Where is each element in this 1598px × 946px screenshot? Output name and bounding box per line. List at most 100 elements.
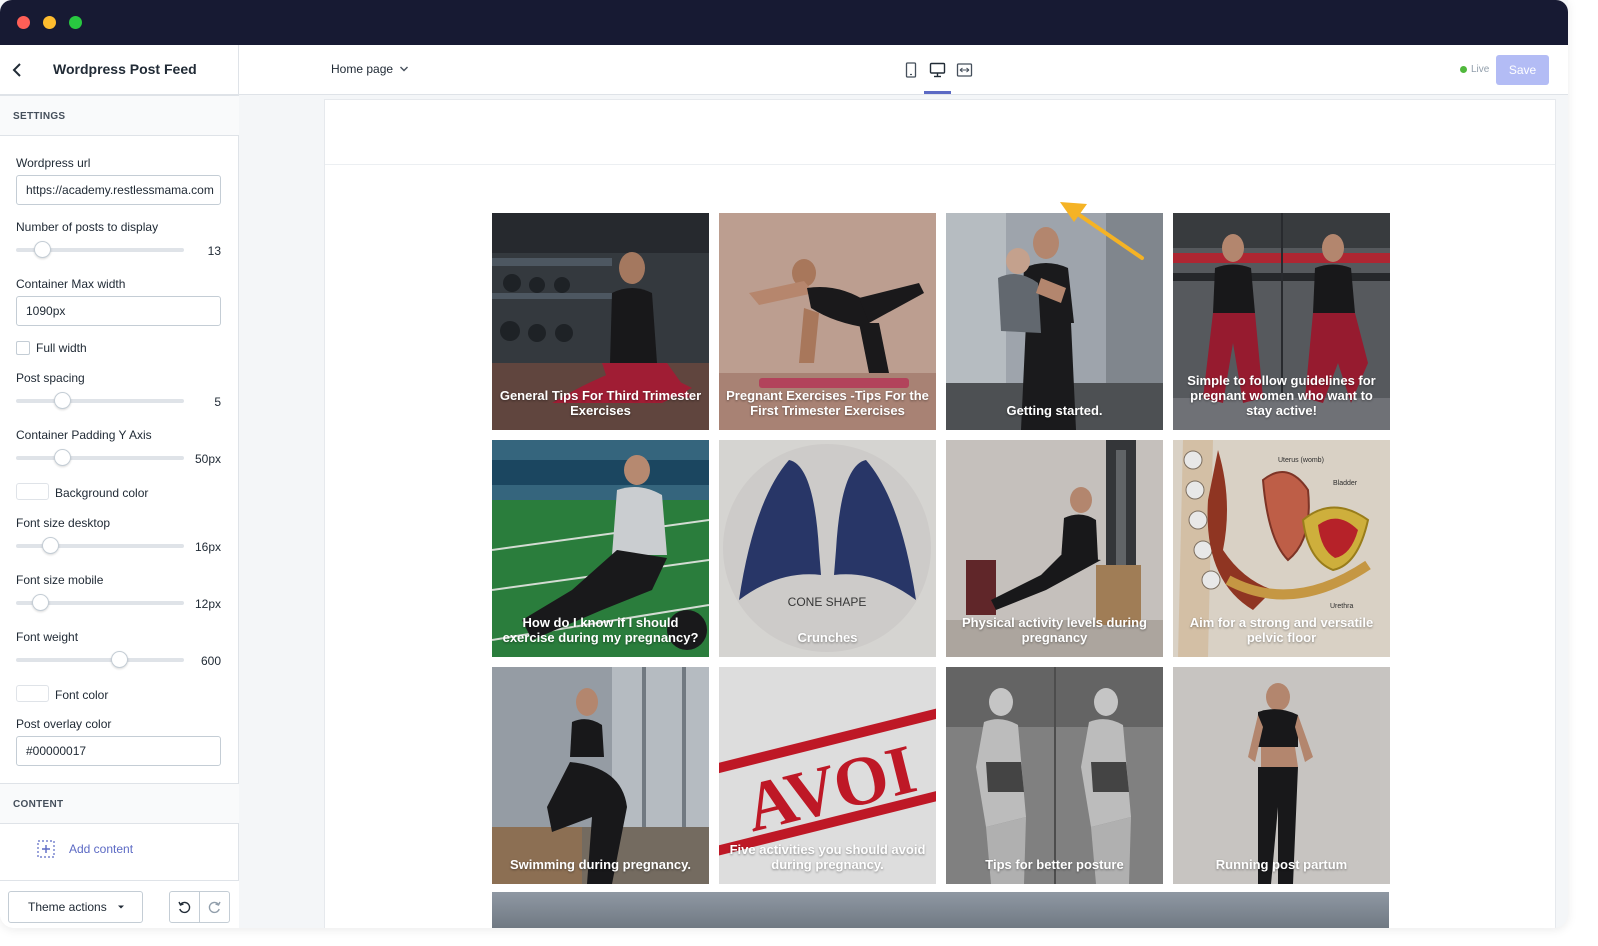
desktop-view-icon[interactable] <box>929 61 946 78</box>
post-overlay <box>1173 667 1390 884</box>
settings-sidebar: SETTINGS Wordpress url Number of posts t… <box>0 95 239 928</box>
redo-icon <box>208 901 221 913</box>
font-color-swatch[interactable] <box>16 685 49 702</box>
post-title: Pregnant Exercises -Tips For the First T… <box>726 388 929 418</box>
post-card[interactable]: How do I know if I should exercise durin… <box>492 440 709 657</box>
preview-canvas: General Tips For Third Trimester Exercis… <box>325 100 1555 928</box>
font-size-desktop-label: Font size desktop <box>16 516 111 530</box>
undo-button[interactable] <box>170 892 199 922</box>
post-card[interactable]: Pregnant Exercises -Tips For the First T… <box>719 213 936 430</box>
theme-actions-label: Theme actions <box>28 900 107 914</box>
redo-button[interactable] <box>199 892 229 922</box>
mobile-view-icon[interactable] <box>902 61 919 78</box>
caret-down-icon <box>117 905 124 909</box>
post-overlay-color-label: Post overlay color <box>16 717 112 731</box>
active-device-indicator <box>924 91 951 94</box>
undo-redo-group <box>169 891 230 923</box>
container-padding-y-label: Container Padding Y Axis <box>16 428 152 442</box>
font-weight-slider[interactable] <box>16 651 184 668</box>
post-card[interactable]: Physical activity levels during pregnanc… <box>946 440 1163 657</box>
post-title: How do I know if I should exercise durin… <box>502 615 699 645</box>
save-button[interactable]: Save <box>1496 55 1549 85</box>
num-posts-slider-handle[interactable] <box>34 241 51 258</box>
post-card[interactable]: Running post partum <box>1173 667 1390 884</box>
post-card[interactable]: Tips for better posture <box>946 667 1163 884</box>
app-window: Wordpress Post Feed Home page Live Save … <box>0 0 1568 928</box>
background-color-label: Background color <box>55 486 149 500</box>
font-size-mobile-value: 12px <box>194 597 221 611</box>
post-card[interactable]: AVOI Five activities you should avoid du… <box>719 667 936 884</box>
live-status: Live <box>1460 64 1489 75</box>
theme-actions-button[interactable]: Theme actions <box>8 891 143 923</box>
full-width-checkbox[interactable] <box>16 341 30 355</box>
wordpress-url-label: Wordpress url <box>16 156 91 170</box>
post-spacing-value: 5 <box>214 395 221 409</box>
preview-page-header <box>325 100 1555 165</box>
post-card[interactable]: General Tips For Third Trimester Exercis… <box>492 213 709 430</box>
container-padding-y-slider[interactable] <box>16 449 184 466</box>
maximize-window-button[interactable] <box>69 16 82 29</box>
settings-section-header: SETTINGS <box>0 95 239 136</box>
font-size-mobile-slider-handle[interactable] <box>32 594 49 611</box>
post-title: Crunches <box>797 630 858 645</box>
wordpress-url-input[interactable] <box>16 175 221 205</box>
container-padding-y-slider-handle[interactable] <box>54 449 71 466</box>
post-title: Aim for a strong and versatile pelvic fl… <box>1189 615 1374 645</box>
post-title: Getting started. <box>1006 403 1103 418</box>
fullscreen-view-icon[interactable] <box>956 61 973 78</box>
font-weight-slider-handle[interactable] <box>111 651 128 668</box>
post-overlay <box>946 667 1163 884</box>
live-status-label: Live <box>1471 64 1490 75</box>
add-section-icon <box>37 840 55 858</box>
page-selector-label: Home page <box>331 62 394 76</box>
font-size-desktop-value: 16px <box>194 540 221 554</box>
post-spacing-label: Post spacing <box>16 371 85 385</box>
editor-topbar: Wordpress Post Feed Home page Live Save <box>0 45 1568 95</box>
font-size-mobile-slider[interactable] <box>16 594 184 611</box>
post-title: Five activities you should avoid during … <box>729 842 926 872</box>
post-card[interactable]: CONE SHAPE Crunches <box>719 440 936 657</box>
back-arrow-icon[interactable] <box>10 60 24 80</box>
content-heading: CONTENT <box>13 799 64 810</box>
add-content-button[interactable]: Add content <box>37 840 133 858</box>
close-window-button[interactable] <box>17 16 30 29</box>
chevron-down-icon <box>400 66 409 72</box>
panel-title: Wordpress Post Feed <box>53 61 197 77</box>
pointer-arrow-icon <box>1060 202 1144 260</box>
post-title: Simple to follow guidelines for pregnant… <box>1187 373 1376 418</box>
font-weight-label: Font weight <box>16 630 79 644</box>
post-overlay-color-input[interactable] <box>16 736 221 766</box>
font-weight-value: 600 <box>200 654 221 668</box>
post-card[interactable]: Simple to follow guidelines for pregnant… <box>1173 213 1390 430</box>
post-overlay <box>492 667 709 884</box>
post-overlay <box>719 440 936 657</box>
post-card[interactable]: Swimming during pregnancy. <box>492 667 709 884</box>
content-section-header: CONTENT <box>0 783 239 824</box>
post-card-partial[interactable] <box>492 892 1389 928</box>
post-spacing-slider[interactable] <box>16 392 184 409</box>
font-size-desktop-slider-handle[interactable] <box>42 537 59 554</box>
post-card[interactable]: Uterus (womb) Bladder Urethra Aim for a … <box>1173 440 1390 657</box>
live-status-dot <box>1460 66 1467 73</box>
post-title: Swimming during pregnancy. <box>509 857 692 872</box>
font-size-desktop-slider[interactable] <box>16 537 184 554</box>
container-max-width-label: Container Max width <box>16 277 126 291</box>
sidebar-footer: Theme actions <box>0 880 239 928</box>
font-size-mobile-label: Font size mobile <box>16 573 104 587</box>
device-switcher <box>902 61 973 78</box>
container-max-width-input[interactable] <box>16 296 221 326</box>
num-posts-value: 13 <box>207 244 221 258</box>
post-title: Tips for better posture <box>985 857 1124 872</box>
num-posts-label: Number of posts to display <box>16 220 159 234</box>
settings-heading: SETTINGS <box>13 111 66 122</box>
minimize-window-button[interactable] <box>43 16 56 29</box>
post-title: General Tips For Third Trimester Exercis… <box>499 388 702 418</box>
add-content-label: Add content <box>69 842 134 856</box>
panel-header: Wordpress Post Feed <box>0 45 239 95</box>
font-color-label: Font color <box>55 688 109 702</box>
num-posts-slider[interactable] <box>16 241 184 258</box>
container-padding-y-value: 50px <box>194 452 221 466</box>
post-spacing-slider-handle[interactable] <box>54 392 71 409</box>
page-selector[interactable]: Home page <box>331 62 409 76</box>
background-color-swatch[interactable] <box>16 483 49 500</box>
